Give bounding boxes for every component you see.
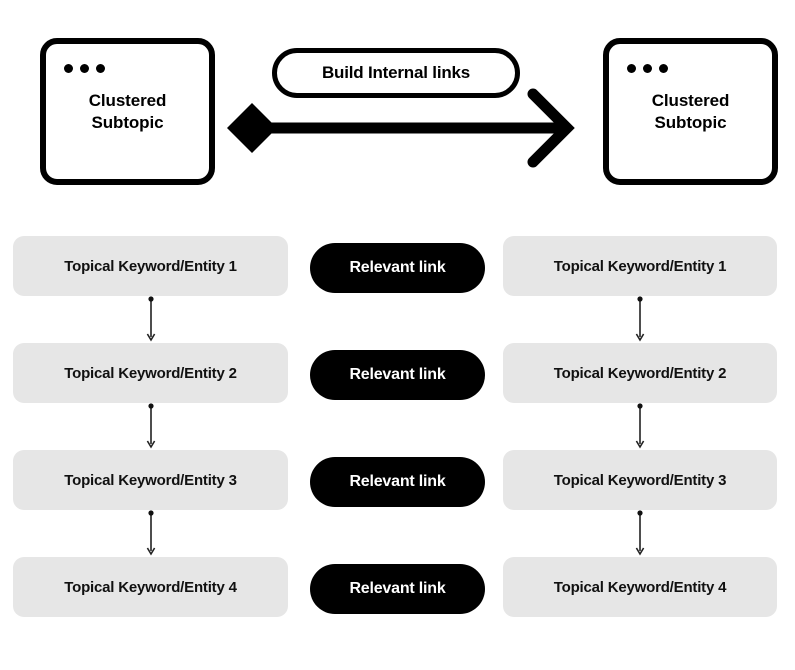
keyword-chip-label: Topical Keyword/Entity 4 [64,578,237,596]
keyword-chip: Topical Keyword/Entity 4 [503,557,777,617]
keyword-chip: Topical Keyword/Entity 1 [13,236,288,296]
keyword-chip: Topical Keyword/Entity 4 [13,557,288,617]
window-dot-icon [64,64,73,73]
keyword-chip-label: Topical Keyword/Entity 1 [553,257,727,275]
window-dots-right [627,64,668,73]
relevant-link-label: Relevant link [349,259,446,276]
build-internal-links-pill: Build Internal links [272,48,520,98]
connector-dot-arrow-icon [635,403,645,449]
keyword-chip-label: Topical Keyword/Entity 4 [553,578,727,596]
keyword-chip-label: Topical Keyword/Entity 3 [64,471,237,489]
connector-dot-arrow-icon [635,510,645,556]
clustered-subtopic-label-right: Clustered Subtopic [651,91,730,133]
connector-dot-arrow-icon [635,296,645,342]
window-dot-icon [659,64,668,73]
relevant-link-pill: Relevant link [310,243,485,293]
connector-dot-arrow-icon [146,403,156,449]
relevant-link-pill: Relevant link [310,564,485,614]
relevant-link-label: Relevant link [349,580,446,597]
clustered-subtopic-card-right: Clustered Subtopic [603,38,778,185]
keyword-connector [633,403,647,450]
diamond-marker-icon [227,103,277,153]
keyword-chip: Topical Keyword/Entity 3 [503,450,777,510]
keyword-connector [144,403,158,450]
keyword-chip-label: Topical Keyword/Entity 3 [553,471,727,489]
keyword-chip: Topical Keyword/Entity 3 [13,450,288,510]
window-dots-left [64,64,105,73]
relevant-link-label: Relevant link [349,473,446,490]
keyword-connector [633,510,647,557]
connector-dot-arrow-icon [146,296,156,342]
keyword-connector [144,510,158,557]
diagram-canvas: Clustered Subtopic Build Internal links … [0,0,795,670]
window-dot-icon [643,64,652,73]
clustered-subtopic-card-left: Clustered Subtopic [40,38,215,185]
build-internal-links-label: Build Internal links [321,63,471,82]
keyword-chip-label: Topical Keyword/Entity 2 [64,364,237,382]
window-dot-icon [80,64,89,73]
relevant-link-pill: Relevant link [310,350,485,400]
connector-dot-arrow-icon [146,510,156,556]
keyword-connector [633,296,647,343]
clustered-subtopic-label-left: Clustered Subtopic [88,91,167,133]
relevant-link-label: Relevant link [349,366,446,383]
keyword-chip: Topical Keyword/Entity 2 [503,343,777,403]
window-dot-icon [96,64,105,73]
keyword-connector [144,296,158,343]
keyword-chip-label: Topical Keyword/Entity 1 [64,257,237,275]
keyword-chip: Topical Keyword/Entity 2 [13,343,288,403]
keyword-chip: Topical Keyword/Entity 1 [503,236,777,296]
keyword-chip-label: Topical Keyword/Entity 2 [553,364,727,382]
relevant-link-pill: Relevant link [310,457,485,507]
window-dot-icon [627,64,636,73]
